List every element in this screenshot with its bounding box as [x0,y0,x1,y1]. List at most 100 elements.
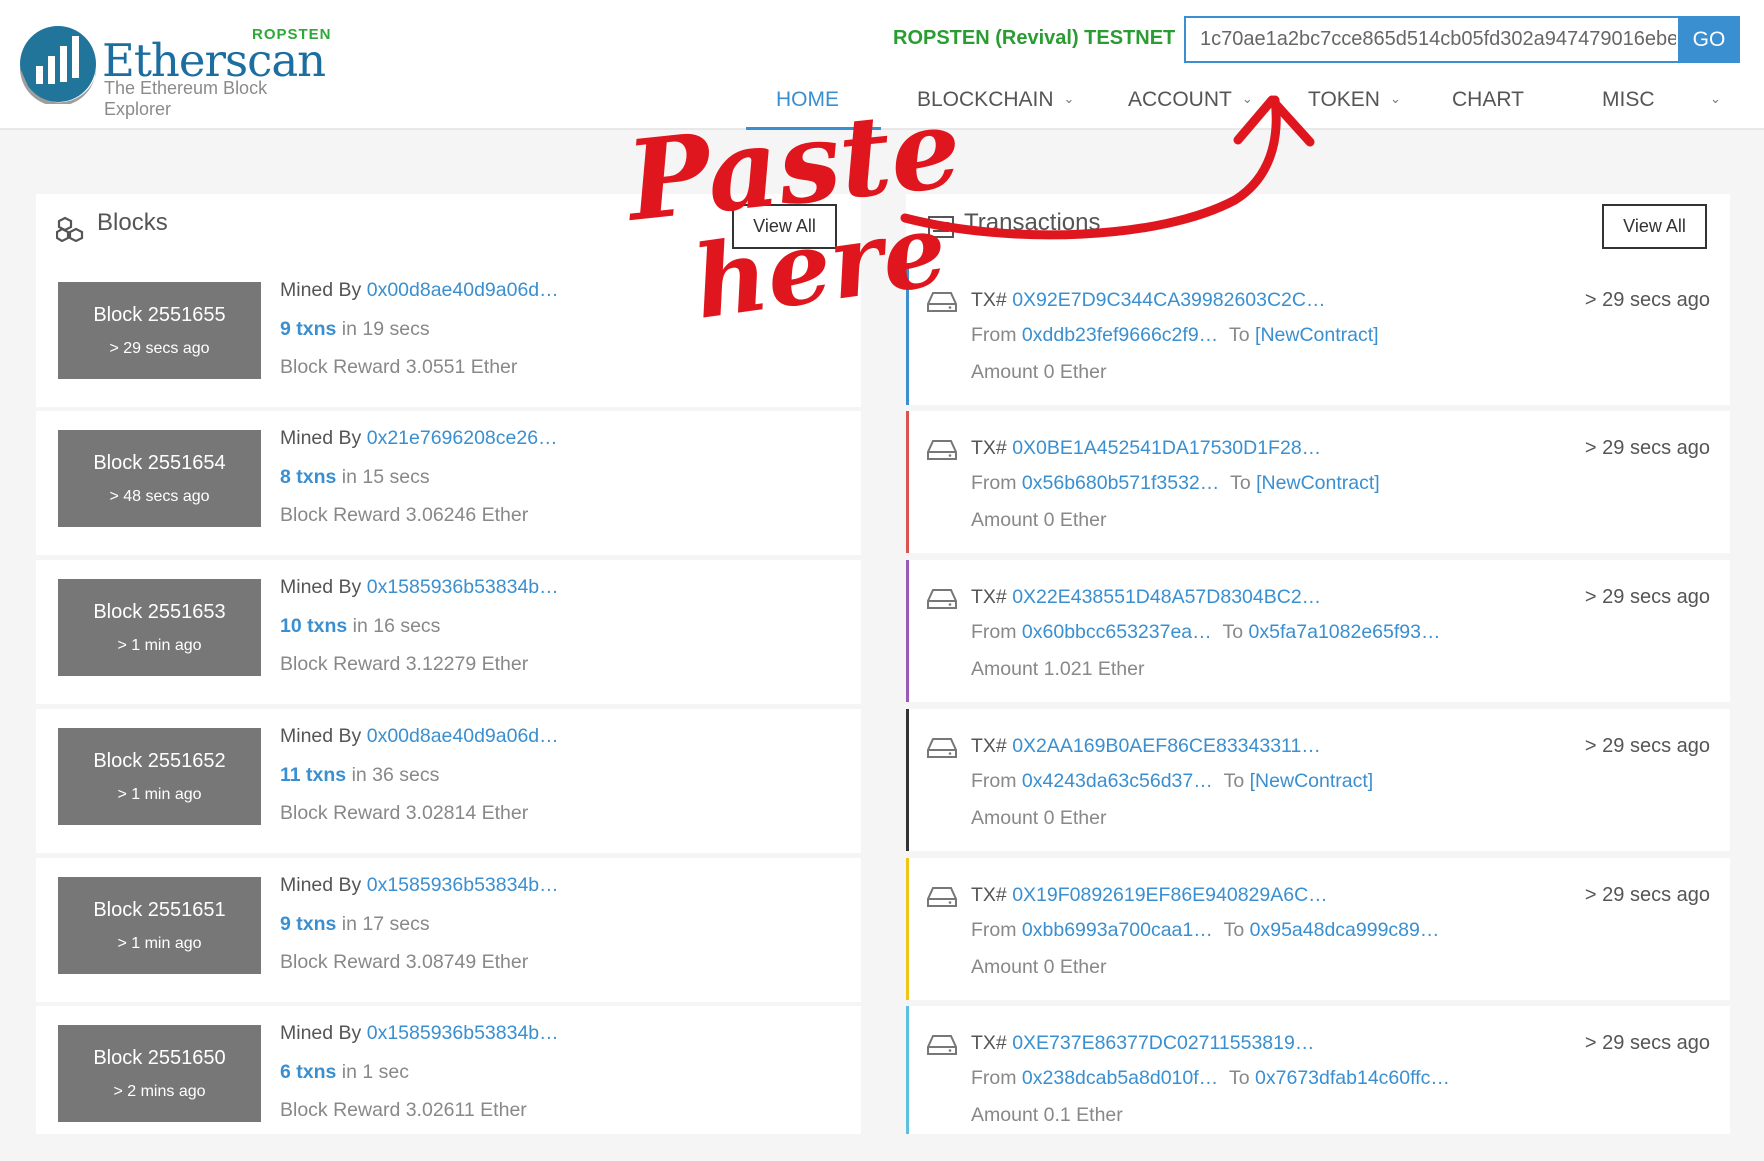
miner-link[interactable]: 0x00d8ae40d9a06d… [367,279,559,301]
nav-token[interactable]: TOKEN ⌄ [1308,88,1401,112]
txns-link[interactable]: 8 txns [280,466,336,488]
from-address-link[interactable]: 0xddb23fef9666c2f9… [1022,324,1218,346]
block-miner-line: Mined By 0x1585936b53834b… [280,1022,559,1045]
to-address-link[interactable]: 0x7673dfab14c60ffc… [1255,1067,1450,1089]
block-number: Block 2551652 [93,750,226,772]
block-age: > 48 secs ago [109,488,210,505]
from-address-link[interactable]: 0x238dcab5a8d010f… [1022,1067,1218,1089]
nav-blockchain-label: BLOCKCHAIN [917,88,1054,111]
mined-by-label: Mined By [280,427,362,449]
txns-link[interactable]: 9 txns [280,318,336,340]
block-badge[interactable]: Block 2551655 > 29 secs ago [58,282,261,379]
tx-age: > 29 secs ago [1584,437,1710,459]
to-label: To [1223,919,1245,941]
block-reward: Block Reward 3.12279 Ether [280,653,529,675]
tx-hash-link[interactable]: 0X22E438551D48A57D8304BC2… [1012,586,1321,608]
from-address-link[interactable]: 0x56b680b571f3532… [1022,472,1219,494]
mined-by-label: Mined By [280,725,362,747]
block-row: Block 2551650 > 2 mins ago Mined By 0x15… [36,1006,861,1134]
nav-blockchain[interactable]: BLOCKCHAIN ⌄ [917,88,1074,112]
logo-tagline: The Ethereum Block Explorer [104,78,268,119]
to-address-link[interactable]: [NewContract] [1250,770,1374,792]
block-reward: Block Reward 3.02611 Ether [280,1099,527,1121]
tx-hash-link[interactable]: 0X19F0892619EF86E940829A6C… [1012,884,1328,906]
block-badge[interactable]: Block 2551653 > 1 min ago [58,579,261,676]
drive-icon [927,292,957,312]
nav-chart[interactable]: CHART [1452,88,1524,112]
tx-row: TX# 0X19F0892619EF86E940829A6C… > 29 sec… [906,858,1730,1000]
block-number: Block 2551651 [93,899,226,921]
block-reward: Block Reward 3.0551 Ether [280,356,518,378]
nav-more-dropdown[interactable]: ⌄ [1700,88,1721,112]
miner-link[interactable]: 0x1585936b53834b… [367,576,559,598]
tx-from-to-line: From 0x60bbcc653237ea… To 0x5fa7a1082e65… [971,621,1440,644]
block-time: in 19 secs [341,318,430,340]
tx-from-to-line: From 0xbb6993a700caa1… To 0x95a48dca999c… [971,919,1439,942]
tx-hash-line: TX# 0X92E7D9C344CA39982603C2C… [971,289,1325,312]
to-address-link[interactable]: [NewContract] [1256,472,1380,494]
tx-from-to-line: From 0x4243da63c56d37… To [NewContract] [971,770,1373,793]
tx-age: > 29 secs ago [1584,735,1710,757]
miner-link[interactable]: 0x1585936b53834b… [367,874,559,896]
tx-hash-line: TX# 0X19F0892619EF86E940829A6C… [971,884,1328,907]
miner-link[interactable]: 0x1585936b53834b… [367,1022,559,1044]
block-badge[interactable]: Block 2551650 > 2 mins ago [58,1025,261,1122]
etherscan-logo-icon [20,26,96,104]
block-miner-line: Mined By 0x00d8ae40d9a06d… [280,725,559,748]
txns-link[interactable]: 11 txns [280,764,346,786]
txns-link[interactable]: 10 txns [280,615,347,637]
tx-hash-link[interactable]: 0X92E7D9C344CA39982603C2C… [1012,289,1325,311]
tx-hash-line: TX# 0X0BE1A452541DA17530D1F28… [971,437,1321,460]
from-address-link[interactable]: 0x4243da63c56d37… [1022,770,1213,792]
miner-link[interactable]: 0x00d8ae40d9a06d… [367,725,559,747]
nav-account[interactable]: ACCOUNT ⌄ [1128,88,1253,112]
block-txns-line: 9 txns in 17 secs [280,913,430,936]
block-reward: Block Reward 3.08749 Ether [280,951,529,973]
to-address-link[interactable]: 0x5fa7a1082e65f93… [1249,621,1441,643]
block-miner-line: Mined By 0x1585936b53834b… [280,874,559,897]
to-address-link[interactable]: 0x95a48dca999c89… [1250,919,1440,941]
miner-link[interactable]: 0x21e7696208ce26… [367,427,558,449]
from-address-link[interactable]: 0x60bbcc653237ea… [1022,621,1212,643]
etherscan-logo[interactable]: ROPSTEN Etherscan The Ethereum Block Exp… [18,22,338,119]
site-header: ROPSTEN Etherscan The Ethereum Block Exp… [0,0,1764,130]
chevron-down-icon: ⌄ [1710,91,1721,106]
nav-home-label: HOME [776,88,839,111]
nav-home[interactable]: HOME [776,88,839,112]
drive-icon [927,1035,957,1055]
block-miner-line: Mined By 0x1585936b53834b… [280,576,559,599]
mined-by-label: Mined By [280,576,362,598]
tx-age: > 29 secs ago [1584,289,1710,311]
search-input[interactable] [1186,18,1676,61]
transactions-view-all-button[interactable]: View All [1602,204,1707,249]
block-age: > 1 min ago [117,637,202,654]
tx-row: TX# 0X0BE1A452541DA17530D1F28… > 29 secs… [906,411,1730,553]
txns-link[interactable]: 9 txns [280,913,336,935]
block-time: in 36 secs [351,764,440,786]
tx-hash-link[interactable]: 0X0BE1A452541DA17530D1F28… [1012,437,1321,459]
block-badge[interactable]: Block 2551651 > 1 min ago [58,877,261,974]
chevron-down-icon: ⌄ [1241,91,1253,106]
drive-icon [927,589,957,609]
tx-row: TX# 0X22E438551D48A57D8304BC2… > 29 secs… [906,560,1730,702]
block-txns-line: 8 txns in 15 secs [280,466,430,489]
tx-hash-link[interactable]: 0X2AA169B0AEF86CE83343311… [1012,735,1321,757]
tx-hash-link[interactable]: 0XE737E86377DC02711553819… [1012,1032,1314,1054]
go-button[interactable]: GO [1678,16,1740,63]
block-miner-line: Mined By 0x21e7696208ce26… [280,427,558,450]
txns-link[interactable]: 6 txns [280,1061,336,1083]
blocks-view-all-button[interactable]: View All [732,204,837,249]
to-address-link[interactable]: [NewContract] [1255,324,1379,346]
block-badge[interactable]: Block 2551654 > 48 secs ago [58,430,261,527]
block-reward: Block Reward 3.02814 Ether [280,802,529,824]
cubes-icon [56,216,84,242]
tx-amount: Amount 0 Ether [971,509,1107,531]
tx-label: TX# [971,289,1007,311]
nav-misc[interactable]: MISC [1602,88,1655,112]
from-address-link[interactable]: 0xbb6993a700caa1… [1022,919,1213,941]
tx-row: TX# 0XE737E86377DC02711553819… > 29 secs… [906,1006,1730,1134]
drive-icon [927,440,957,460]
block-row: Block 2551652 > 1 min ago Mined By 0x00d… [36,709,861,853]
to-label: To [1229,1067,1250,1089]
block-badge[interactable]: Block 2551652 > 1 min ago [58,728,261,825]
